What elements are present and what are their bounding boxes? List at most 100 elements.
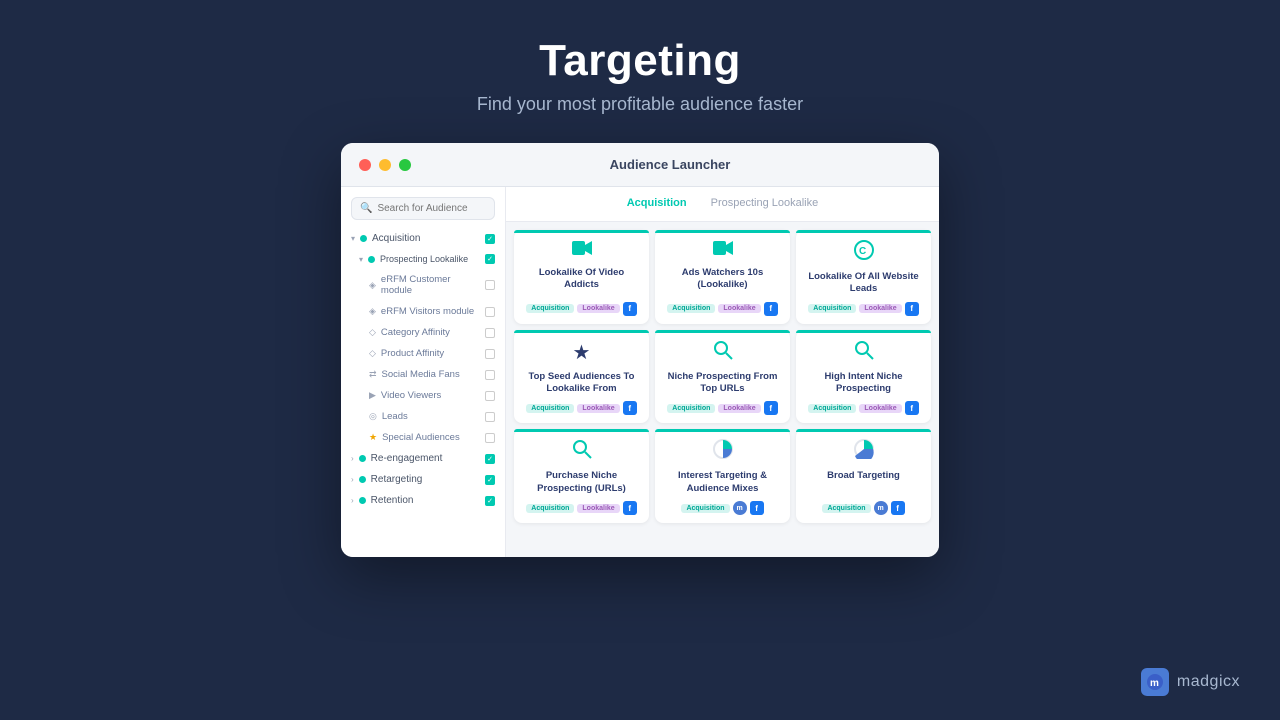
star-icon: ★ (369, 432, 377, 443)
sidebar-item-erfm-visitors[interactable]: ◈ eRFM Visitors module (341, 301, 505, 322)
checkbox-retention[interactable] (485, 496, 495, 506)
leads-icon: ◎ (369, 411, 377, 422)
video-card-icon (713, 240, 733, 261)
sidebar-item-special-audiences[interactable]: ★ Special Audiences (341, 427, 505, 448)
checkbox-leads[interactable] (485, 412, 495, 422)
chevron-icon: › (351, 454, 354, 463)
sidebar-label: Video Viewers (381, 390, 441, 401)
badge-lookalike: Lookalike (859, 404, 901, 413)
card-niche-prospecting-urls[interactable]: Niche Prospecting From Top URLs Acquisit… (655, 330, 790, 424)
sidebar-item-prospecting-lookalike[interactable]: ▾ Prospecting Lookalike (341, 249, 505, 269)
chevron-icon: › (351, 496, 354, 505)
badge-lookalike: Lookalike (577, 404, 619, 413)
titlebar-dot-green[interactable] (399, 159, 411, 171)
search-icon: 🔍 (360, 203, 372, 214)
video-card-icon (572, 240, 592, 261)
checkbox-erfm-customer[interactable] (485, 280, 495, 290)
module-icon: ◈ (369, 306, 376, 317)
checkbox-acquisition[interactable] (485, 234, 495, 244)
facebook-badge: f (764, 302, 778, 316)
card-broad-targeting[interactable]: Broad Targeting Acquisition m f (796, 429, 931, 523)
card-badges: Acquisition Lookalike f (526, 401, 636, 415)
checkbox-erfm-visitors[interactable] (485, 307, 495, 317)
badge-acquisition: Acquisition (526, 504, 574, 513)
titlebar-dot-red[interactable] (359, 159, 371, 171)
sidebar-label: Social Media Fans (382, 369, 460, 380)
checkbox-special[interactable] (485, 433, 495, 443)
card-badges: Acquisition Lookalike f (667, 401, 777, 415)
page-title: Targeting (477, 36, 803, 86)
checkbox-category[interactable] (485, 328, 495, 338)
card-high-intent-niche[interactable]: High Intent Niche Prospecting Acquisitio… (796, 330, 931, 424)
card-title: Broad Targeting (827, 470, 900, 495)
pie-card-icon (713, 439, 733, 464)
sidebar-label: Special Audiences (382, 432, 460, 443)
pie-card-icon (854, 439, 874, 464)
badge-acquisition: Acquisition (808, 304, 856, 313)
chevron-icon: › (351, 475, 354, 484)
chevron-icon: ▾ (359, 255, 363, 264)
badge-lookalike: Lookalike (577, 304, 619, 313)
sidebar-item-leads[interactable]: ◎ Leads (341, 406, 505, 427)
tabs-bar: Acquisition Prospecting Lookalike (506, 187, 939, 222)
madgicx-badge: m (733, 501, 747, 515)
badge-acquisition: Acquisition (667, 404, 715, 413)
sidebar: 🔍 ▾ Acquisition ▾ Prospecting Lookalike … (341, 187, 506, 557)
page-header: Targeting Find your most profitable audi… (477, 36, 803, 115)
checkbox-social[interactable] (485, 370, 495, 380)
card-top-seed[interactable]: ★ Top Seed Audiences To Lookalike From A… (514, 330, 649, 424)
card-title: Interest Targeting & Audience Mixes (663, 470, 782, 495)
madgicx-badge: m (874, 501, 888, 515)
dot-teal (360, 235, 367, 242)
card-purchase-niche[interactable]: Purchase Niche Prospecting (URLs) Acquis… (514, 429, 649, 523)
search-card-icon (854, 340, 874, 365)
sidebar-label: Retargeting (371, 474, 423, 485)
product-icon: ◇ (369, 348, 376, 359)
badge-acquisition: Acquisition (526, 404, 574, 413)
tab-acquisition[interactable]: Acquisition (627, 197, 687, 211)
video-icon: ▶ (369, 390, 376, 401)
titlebar-dot-yellow[interactable] (379, 159, 391, 171)
sidebar-label: Re-engagement (371, 453, 443, 464)
badge-lookalike: Lookalike (577, 504, 619, 513)
search-box[interactable]: 🔍 (351, 197, 495, 220)
brand-name: madgicx (1177, 673, 1240, 691)
checkbox-retargeting[interactable] (485, 475, 495, 485)
tab-prospecting-lookalike[interactable]: Prospecting Lookalike (711, 197, 819, 211)
card-title: Lookalike Of Video Addicts (522, 267, 641, 296)
sidebar-item-retention[interactable]: › Retention (341, 490, 505, 511)
checkbox-prospecting[interactable] (485, 254, 495, 264)
sidebar-item-acquisition[interactable]: ▾ Acquisition (341, 228, 505, 249)
badge-acquisition: Acquisition (667, 304, 715, 313)
checkbox-reengagement[interactable] (485, 454, 495, 464)
sidebar-item-social-media[interactable]: ⇄ Social Media Fans (341, 364, 505, 385)
sidebar-item-reengagement[interactable]: › Re-engagement (341, 448, 505, 469)
affinity-icon: ◇ (369, 327, 376, 338)
card-lookalike-video-addicts[interactable]: Lookalike Of Video Addicts Acquisition L… (514, 230, 649, 324)
checkbox-product[interactable] (485, 349, 495, 359)
social-icon: ⇄ (369, 369, 377, 380)
card-lookalike-website-leads[interactable]: C Lookalike Of All Website Leads Acquisi… (796, 230, 931, 324)
sidebar-label: Leads (382, 411, 408, 422)
card-badges: Acquisition Lookalike f (808, 401, 918, 415)
card-interest-targeting[interactable]: Interest Targeting & Audience Mixes Acqu… (655, 429, 790, 523)
titlebar: Audience Launcher (341, 143, 939, 187)
sidebar-item-product-affinity[interactable]: ◇ Product Affinity (341, 343, 505, 364)
svg-text:C: C (859, 246, 866, 257)
sidebar-item-category-affinity[interactable]: ◇ Category Affinity (341, 322, 505, 343)
card-title: Lookalike Of All Website Leads (804, 271, 923, 296)
card-badges: Acquisition m f (822, 501, 904, 515)
facebook-badge: f (750, 501, 764, 515)
sidebar-label: Product Affinity (381, 348, 444, 359)
card-ads-watchers[interactable]: Ads Watchers 10s (Lookalike) Acquisition… (655, 230, 790, 324)
search-card-icon (572, 439, 592, 464)
badge-acquisition: Acquisition (681, 504, 729, 513)
app-window: Audience Launcher 🔍 ▾ Acquisition ▾ Pros… (341, 143, 939, 557)
sidebar-item-retargeting[interactable]: › Retargeting (341, 469, 505, 490)
sidebar-item-erfm-customer[interactable]: ◈ eRFM Customer module (341, 269, 505, 301)
checkbox-video[interactable] (485, 391, 495, 401)
search-input[interactable] (377, 203, 486, 214)
sidebar-item-video-viewers[interactable]: ▶ Video Viewers (341, 385, 505, 406)
card-title: Niche Prospecting From Top URLs (663, 371, 782, 396)
star-card-icon: ★ (573, 340, 591, 365)
